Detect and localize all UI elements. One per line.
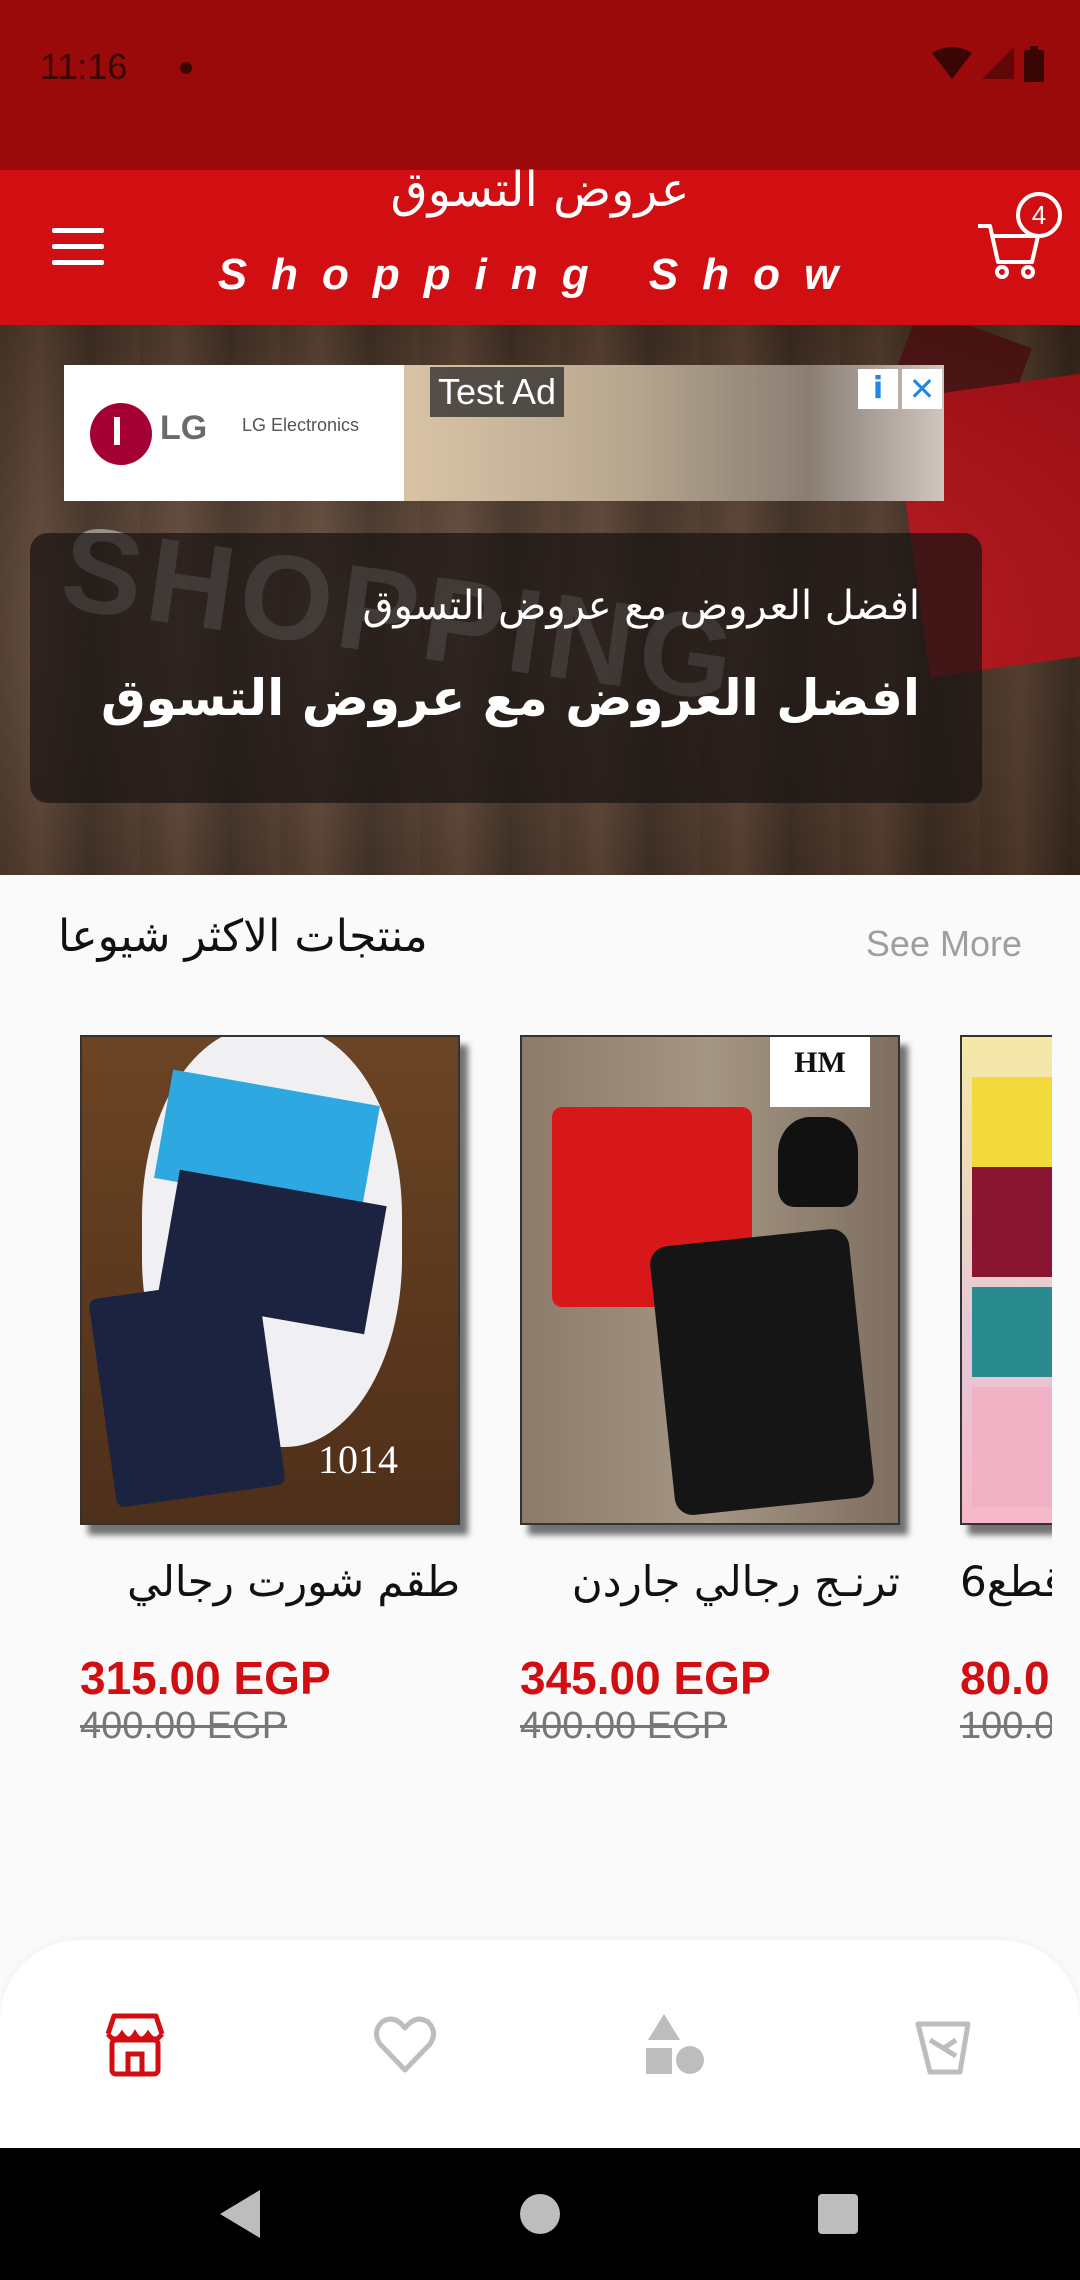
lg-logo-icon bbox=[90, 403, 152, 465]
banner-title: افضل العروض مع عروض التسوق bbox=[101, 669, 920, 727]
status-bar: 11:16 bbox=[0, 0, 1080, 170]
status-icons bbox=[932, 46, 1044, 82]
store-icon bbox=[105, 2013, 165, 2077]
ad-info-icon[interactable]: i bbox=[858, 369, 898, 409]
nav-favorites[interactable] bbox=[370, 2010, 440, 2080]
product-image[interactable]: HM bbox=[520, 1035, 900, 1525]
app-title-english: Shopping Show bbox=[217, 250, 863, 299]
product-card[interactable]: 6قطع 80.0 100.0 bbox=[960, 1035, 1052, 1748]
wifi-icon bbox=[932, 47, 972, 79]
product-old-price: 400.00 EGP bbox=[520, 1705, 728, 1747]
ad-brand: LG bbox=[160, 409, 208, 447]
product-price: 315.00 EGP bbox=[80, 1652, 331, 1704]
ad-label: Test Ad bbox=[430, 367, 565, 417]
orders-icon bbox=[915, 2021, 971, 2075]
app-title-arabic: عروض التسوق bbox=[390, 162, 690, 218]
ad-close-icon[interactable]: ✕ bbox=[902, 369, 942, 409]
see-more-link[interactable]: See More bbox=[866, 923, 1022, 965]
bottom-navigation bbox=[0, 1940, 1080, 2148]
categories-icon bbox=[646, 2014, 704, 2074]
hero-banner[interactable]: SHOPPING LG LG Electronics Test Ad i ✕ ا… bbox=[0, 325, 1080, 875]
product-image[interactable]: 1014 bbox=[80, 1035, 460, 1525]
product-card[interactable]: HM ترنـج رجالي جاردن 345.00 EGP 400.00 E… bbox=[520, 1035, 900, 1748]
product-price: 345.00 EGP bbox=[520, 1652, 771, 1704]
product-carousel[interactable]: 1014 طقم شورت رجالي 315.00 EGP 400.00 EG… bbox=[0, 1035, 1052, 1795]
product-image[interactable] bbox=[960, 1035, 1052, 1525]
nav-orders[interactable] bbox=[910, 2010, 980, 2080]
banner-subtitle: افضل العروض مع عروض التسوق bbox=[362, 583, 921, 629]
ad-brand-text: LG Electronics bbox=[242, 415, 360, 435]
section-header: منتجات الاكثر شيوعا See More bbox=[0, 875, 1080, 1025]
product-price: 80.0 bbox=[960, 1652, 1050, 1704]
product-name: ترنـج رجالي جاردن bbox=[571, 1557, 900, 1606]
product-old-price: 100.0 bbox=[960, 1705, 1052, 1747]
battery-icon bbox=[1024, 46, 1044, 82]
app-bar: عروض التسوق Shopping Show 4 bbox=[0, 162, 1080, 325]
product-name: طقم شورت رجالي bbox=[127, 1557, 460, 1606]
nav-store[interactable] bbox=[100, 2010, 170, 2080]
cart-count-badge: 4 bbox=[1016, 192, 1062, 238]
notification-dot-icon bbox=[180, 62, 192, 74]
cart-button[interactable]: 4 bbox=[970, 192, 1062, 290]
product-image-tag: HM bbox=[770, 1037, 870, 1107]
product-old-price: 400.00 EGP bbox=[80, 1705, 288, 1747]
heart-icon bbox=[374, 2016, 436, 2073]
section-title: منتجات الاكثر شيوعا bbox=[58, 911, 428, 962]
product-card[interactable]: 1014 طقم شورت رجالي 315.00 EGP 400.00 EG… bbox=[80, 1035, 460, 1748]
banner-caption-card: افضل العروض مع عروض التسوق افضل العروض م… bbox=[30, 533, 982, 803]
ad-banner[interactable]: LG LG Electronics Test Ad i ✕ bbox=[64, 365, 944, 501]
system-navigation-bar bbox=[0, 2148, 1080, 2280]
recent-apps-icon[interactable] bbox=[818, 2194, 858, 2234]
home-icon[interactable] bbox=[520, 2194, 560, 2234]
nav-categories[interactable] bbox=[640, 2010, 710, 2080]
signal-icon bbox=[982, 47, 1014, 79]
product-image-tag: 1014 bbox=[318, 1437, 398, 1482]
status-time: 11:16 bbox=[40, 46, 128, 87]
product-name: 6قطع bbox=[960, 1557, 1052, 1606]
back-icon[interactable] bbox=[220, 2190, 260, 2238]
